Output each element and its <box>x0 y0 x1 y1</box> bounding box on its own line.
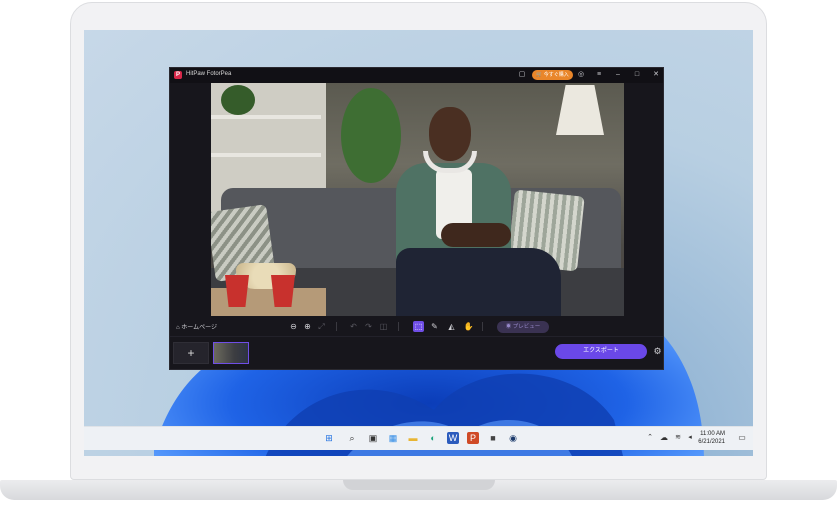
photo-shelf <box>211 153 321 157</box>
app-logo-icon: P <box>174 71 182 79</box>
photo-red-cup <box>225 275 249 307</box>
title-bar: P HitPaw FotorPea ▢ 🛒 今すぐ購入 ◎ ≡ – □ ✕ <box>170 68 663 83</box>
photo-shelf <box>211 115 321 119</box>
cart-icon: 🛒 <box>536 72 543 78</box>
eye-icon: ◉ <box>505 324 512 330</box>
photo-plant <box>221 85 255 115</box>
image-thumbnail[interactable] <box>213 342 249 364</box>
photo-lamp <box>556 85 604 135</box>
home-icon: ⌂ <box>176 325 180 331</box>
zoom-in-icon[interactable]: ⊕ <box>302 321 313 332</box>
close-icon[interactable]: ✕ <box>651 70 661 80</box>
clock[interactable]: 11:00 AM 6/21/2021 <box>698 430 725 446</box>
wifi-icon[interactable]: ≋ <box>672 432 684 444</box>
file-explorer-icon[interactable]: ▬ <box>407 432 419 444</box>
undo-icon[interactable]: ↶ <box>348 321 359 332</box>
eraser-icon[interactable]: ◭ <box>446 321 457 332</box>
user-icon[interactable]: ◎ <box>576 70 586 80</box>
home-link[interactable]: ⌂ ホームページ <box>176 322 217 331</box>
steam-icon[interactable]: ◉ <box>507 432 519 444</box>
store-icon[interactable]: ■ <box>487 432 499 444</box>
compare-icon[interactable]: ◫ <box>378 321 389 332</box>
bottom-bar: + エクスポート ⚙ <box>170 336 663 371</box>
volume-icon[interactable]: ◂ <box>684 432 696 444</box>
start-icon[interactable]: ⊞ <box>323 432 335 444</box>
divider <box>398 322 399 331</box>
task-view-icon[interactable]: ▣ <box>367 432 379 444</box>
photo-plant <box>341 88 401 183</box>
editor-toolbar: ⌂ ホームページ ⊖ ⊕ ⤢ ↶ ↷ ◫ ⬚ ✎ ◭ ✋ ◉ プレビュー <box>170 318 663 336</box>
app-title: HitPaw FotorPea <box>186 71 232 77</box>
edge-icon[interactable]: ◐ <box>427 432 439 444</box>
photo-preview[interactable] <box>211 83 624 316</box>
photo-red-cup <box>271 275 295 307</box>
buy-now-label: 今すぐ購入 <box>543 72 569 78</box>
clock-time: 11:00 AM <box>700 431 725 437</box>
app-window: P HitPaw FotorPea ▢ 🛒 今すぐ購入 ◎ ≡ – □ ✕ ⌂ … <box>169 67 664 370</box>
photo-game-controller <box>441 223 511 247</box>
divider <box>482 322 483 331</box>
buy-now-button[interactable]: 🛒 今すぐ購入 <box>532 70 573 80</box>
export-button[interactable]: エクスポート <box>555 344 647 359</box>
divider <box>336 322 337 331</box>
word-icon[interactable]: W <box>447 432 459 444</box>
notification-icon[interactable]: ▭ <box>736 432 748 444</box>
redo-icon[interactable]: ↷ <box>363 321 374 332</box>
clock-date: 6/21/2021 <box>698 439 725 445</box>
brush-icon[interactable]: ✎ <box>429 321 440 332</box>
fit-icon[interactable]: ⤢ <box>316 321 327 332</box>
maximize-icon[interactable]: □ <box>632 70 642 80</box>
preview-button[interactable]: ◉ プレビュー <box>497 321 549 333</box>
preview-label: プレビュー <box>512 324 541 330</box>
gear-icon[interactable]: ⚙ <box>652 346 663 357</box>
add-image-button[interactable]: + <box>173 342 209 364</box>
chevron-up-icon[interactable]: ⌃ <box>644 432 656 444</box>
taskbar: ⊞ ⌕ ▣ ▦ ▬ ◐ W P ■ ◉ ⌃ ☁ ≋ ◂ 11:00 AM 6/2… <box>84 426 753 450</box>
laptop-notch <box>343 480 495 490</box>
menu-icon[interactable]: ≡ <box>594 70 604 80</box>
select-icon[interactable]: ⬚ <box>413 321 424 332</box>
zoom-out-icon[interactable]: ⊖ <box>288 321 299 332</box>
photo-person-jeans <box>396 248 561 316</box>
widgets-icon[interactable]: ▦ <box>387 432 399 444</box>
home-label: ホームページ <box>181 325 217 331</box>
minimize-icon[interactable]: – <box>613 70 623 80</box>
powerpoint-icon[interactable]: P <box>467 432 479 444</box>
cloud-icon[interactable]: ☁ <box>658 432 670 444</box>
chat-icon[interactable]: ▢ <box>517 70 527 80</box>
hand-icon[interactable]: ✋ <box>463 321 474 332</box>
search-icon[interactable]: ⌕ <box>346 432 358 444</box>
